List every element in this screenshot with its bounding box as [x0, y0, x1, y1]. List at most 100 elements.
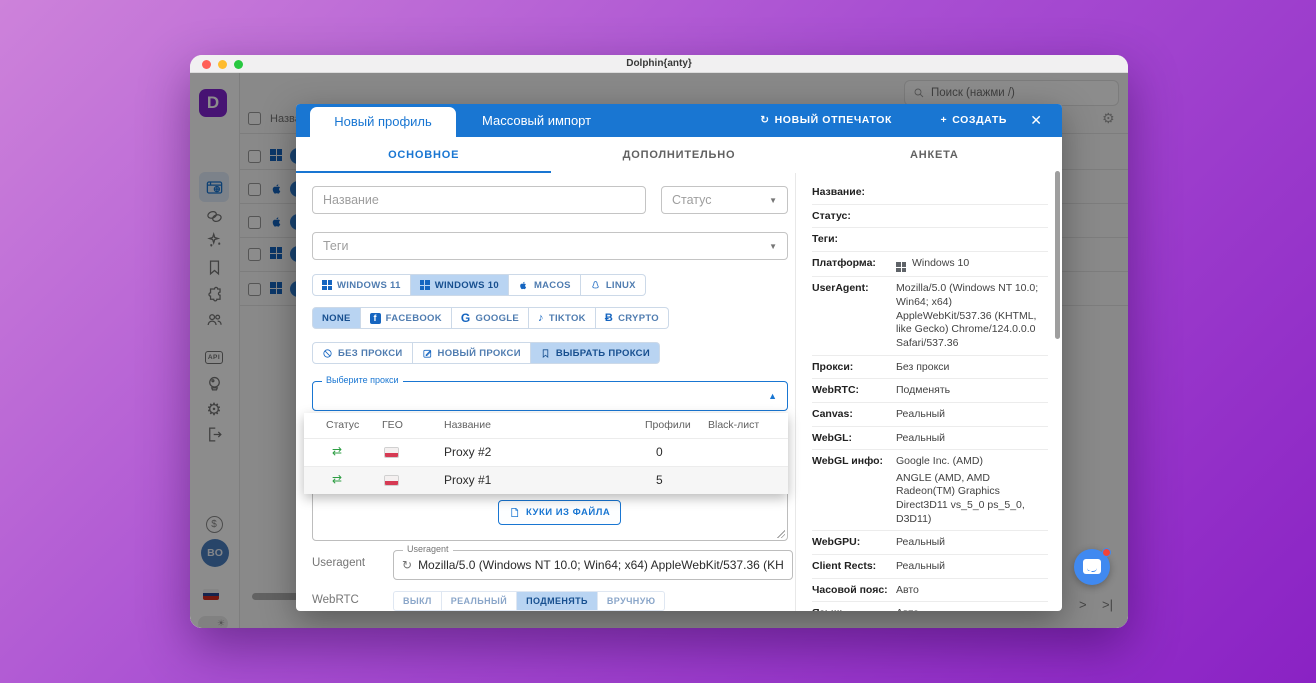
- refresh-icon: ↻: [760, 104, 769, 137]
- summary-row: Статус:: [812, 205, 1048, 229]
- chevron-down-icon: ▼: [769, 196, 777, 205]
- apple-icon: [518, 280, 529, 291]
- platform-label: CRYPTO: [618, 313, 659, 324]
- fingerprint-summary: Название: Статус: Теги: Платформа:Window…: [795, 173, 1062, 611]
- column-blacklist: Black-лист: [708, 413, 759, 438]
- proxy-name: Proxy #1: [444, 473, 491, 487]
- summary-row: Прокси:Без прокси: [812, 356, 1048, 380]
- webrtc-altered-button[interactable]: ПОДМЕНЯТЬ: [517, 591, 598, 611]
- bookmark-icon: [540, 348, 551, 359]
- os-button-macos[interactable]: MACOS: [509, 274, 581, 296]
- os-button-windows-11[interactable]: WINDOWS 11: [312, 274, 411, 296]
- transfer-icon: ⇄: [332, 472, 342, 486]
- ban-icon: [322, 348, 333, 359]
- tab-main[interactable]: ОСНОВНОЕ: [296, 137, 551, 173]
- status-select[interactable]: Статус ▼: [661, 186, 788, 214]
- os-button-group: WINDOWS 11 WINDOWS 10 MACOS LINUX: [312, 274, 646, 296]
- column-status: Статус: [326, 413, 359, 438]
- platform-button-crypto[interactable]: Ƀ CRYPTO: [596, 307, 669, 329]
- summary-row: Canvas:Реальный: [812, 403, 1048, 427]
- webrtc-real-button[interactable]: РЕАЛЬНЫЙ: [442, 591, 517, 611]
- webrtc-row-label: WebRTC: [312, 594, 359, 606]
- summary-row: WebGL:Реальный: [812, 427, 1048, 451]
- useragent-row-label: Useragent: [312, 557, 365, 569]
- proxy-mode-none-button[interactable]: БЕЗ ПРОКСИ: [312, 342, 413, 364]
- name-field[interactable]: [312, 186, 646, 214]
- tab-bulk-import[interactable]: Массовый импорт: [472, 104, 601, 137]
- maximize-window-button[interactable]: [234, 60, 243, 69]
- column-name: Название: [444, 413, 491, 438]
- modal-inner-tabs: ОСНОВНОЕ ДОПОЛНИТЕЛЬНО АНКЕТА: [296, 137, 1062, 173]
- useragent-field[interactable]: Useragent ↻ Mozilla/5.0 (Windows NT 10.0…: [393, 550, 793, 580]
- minimize-window-button[interactable]: [218, 60, 227, 69]
- summary-row: WebGL инфо:Google Inc. (AMD)ANGLE (AMD, …: [812, 450, 1048, 531]
- platform-label: TIKTOK: [549, 313, 586, 324]
- chat-bubble-icon: [1083, 559, 1101, 574]
- modal-header: Новый профиль Массовый импорт ↻ НОВЫЙ ОТ…: [296, 104, 1062, 137]
- profile-form: Статус ▼ Теги ▼ WINDOWS 11 WINDOWS 10: [296, 173, 795, 611]
- summary-row: Client Rects:Реальный: [812, 555, 1048, 579]
- os-label: MACOS: [534, 280, 571, 291]
- bitcoin-icon: Ƀ: [605, 312, 613, 324]
- support-chat-button[interactable]: [1074, 549, 1110, 585]
- summary-row: UserAgent:Mozilla/5.0 (Windows NT 10.0; …: [812, 277, 1048, 355]
- modal-scrollbar[interactable]: [1055, 171, 1060, 339]
- window-title: Dolphin{anty}: [190, 55, 1128, 73]
- windows-icon: [322, 280, 332, 290]
- summary-row: Язык:Авто: [812, 602, 1048, 611]
- chevron-up-icon[interactable]: ▲: [768, 391, 777, 401]
- new-fingerprint-label: НОВЫЙ ОТПЕЧАТОК: [775, 104, 892, 137]
- proxy-mode-new-button[interactable]: НОВЫЙ ПРОКСИ: [413, 342, 531, 364]
- linux-icon: [590, 280, 601, 291]
- close-window-button[interactable]: [202, 60, 211, 69]
- summary-row: Теги:: [812, 228, 1048, 252]
- edit-icon: [422, 348, 433, 359]
- cookies-from-file-button[interactable]: КУКИ ИЗ ФАЙЛА: [498, 500, 621, 525]
- proxy-mode-label: НОВЫЙ ПРОКСИ: [438, 348, 521, 359]
- app-window: Dolphin{anty} D API: [190, 55, 1128, 628]
- column-geo: ГЕО: [382, 413, 403, 438]
- plus-icon: +: [940, 104, 947, 137]
- platform-button-tiktok[interactable]: ♪ TIKTOK: [529, 307, 596, 329]
- os-button-windows-10[interactable]: WINDOWS 10: [411, 274, 509, 296]
- proxy-mode-select-button[interactable]: ВЫБРАТЬ ПРОКСИ: [531, 342, 660, 364]
- proxy-select-field[interactable]: Выберите прокси ▲: [312, 381, 788, 411]
- refresh-icon[interactable]: ↻: [402, 558, 412, 572]
- platform-button-google[interactable]: G GOOGLE: [452, 307, 529, 329]
- proxy-option[interactable]: ⇄ Proxy #1 5: [304, 467, 788, 494]
- transfer-icon: ⇄: [332, 444, 342, 458]
- proxy-mode-label: БЕЗ ПРОКСИ: [338, 348, 403, 359]
- tags-select[interactable]: Теги ▼: [312, 232, 788, 260]
- name-input[interactable]: [323, 193, 635, 207]
- tab-additional[interactable]: ДОПОЛНИТЕЛЬНО: [551, 137, 806, 173]
- flag-pl-icon: [384, 475, 399, 486]
- new-fingerprint-button[interactable]: ↻ НОВЫЙ ОТПЕЧАТОК: [760, 104, 892, 137]
- os-button-linux[interactable]: LINUX: [581, 274, 646, 296]
- create-label: СОЗДАТЬ: [952, 104, 1007, 137]
- platform-button-none[interactable]: NONE: [312, 307, 361, 329]
- tab-questionnaire[interactable]: АНКЕТА: [807, 137, 1062, 173]
- os-label: WINDOWS 10: [435, 280, 499, 291]
- summary-row: WebGPU:Реальный: [812, 531, 1048, 555]
- summary-row: Название:: [812, 181, 1048, 205]
- webrtc-off-button[interactable]: ВЫКЛ: [393, 591, 442, 611]
- status-placeholder: Статус: [672, 193, 712, 207]
- webrtc-manual-button[interactable]: ВРУЧНУЮ: [598, 591, 666, 611]
- create-button[interactable]: + СОЗДАТЬ: [940, 104, 1007, 137]
- tags-placeholder: Теги: [323, 239, 348, 253]
- useragent-field-label: Useragent: [403, 544, 453, 554]
- platform-button-facebook[interactable]: f FACEBOOK: [361, 307, 452, 329]
- close-icon[interactable]: ✕: [1030, 104, 1042, 137]
- resize-handle[interactable]: [777, 530, 785, 538]
- proxy-option[interactable]: ⇄ Proxy #2 0: [304, 439, 788, 466]
- proxy-name: Proxy #2: [444, 445, 491, 459]
- cookies-button-label: КУКИ ИЗ ФАЙЛА: [526, 507, 610, 518]
- os-label: WINDOWS 11: [337, 280, 401, 291]
- summary-row: Платформа:Windows 10: [812, 252, 1048, 278]
- file-icon: [509, 506, 520, 519]
- summary-row: WebRTC:Подменять: [812, 379, 1048, 403]
- platform-label: FACEBOOK: [386, 313, 442, 324]
- windows-icon: [420, 280, 430, 290]
- proxy-mode-button-group: БЕЗ ПРОКСИ НОВЫЙ ПРОКСИ ВЫБРАТЬ ПРОКСИ: [312, 342, 660, 364]
- tab-new-profile[interactable]: Новый профиль: [310, 107, 456, 137]
